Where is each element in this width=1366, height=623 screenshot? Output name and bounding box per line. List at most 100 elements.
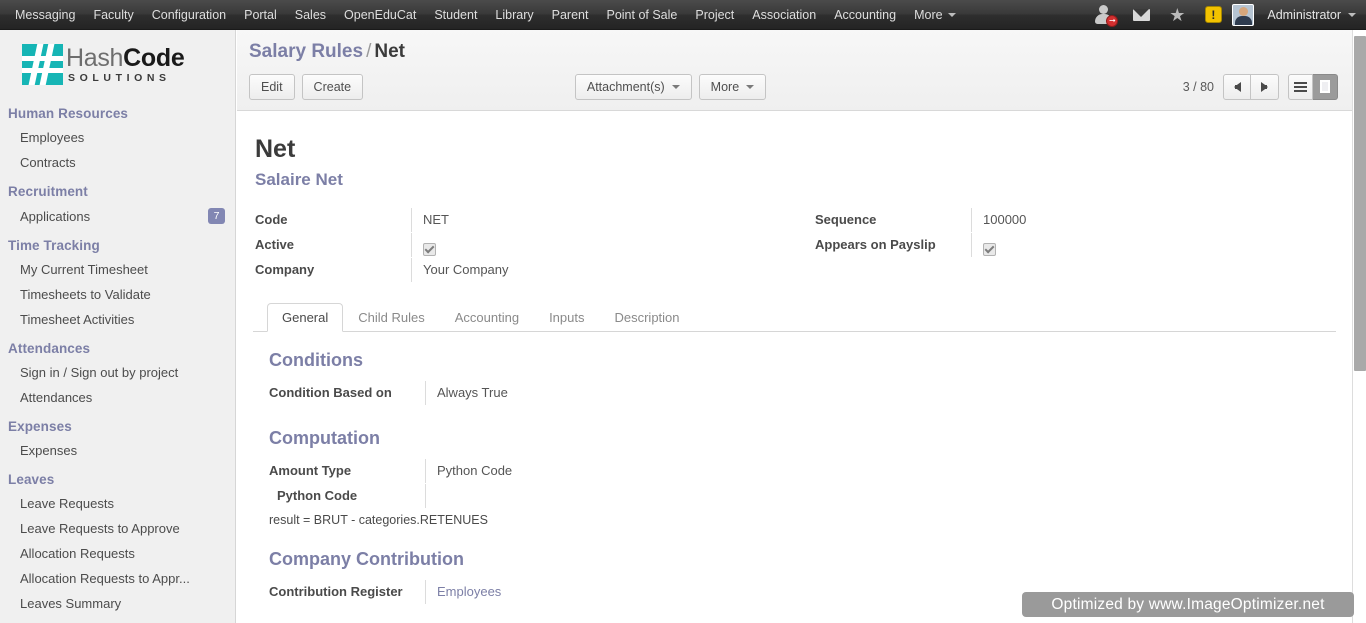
top-nav-item-configuration[interactable]: Configuration <box>143 0 235 30</box>
field-company: Company Your Company <box>253 258 813 283</box>
arrow-right-icon <box>1261 81 1268 92</box>
top-nav-item-messaging[interactable]: Messaging <box>6 0 84 30</box>
top-nav-more-menu[interactable]: More <box>905 0 964 30</box>
amount-type-value[interactable]: Python Code <box>425 459 1334 483</box>
sidebar-section-leaves: Leaves <box>8 472 55 487</box>
sidebar-item-leaves-summary[interactable]: Leaves Summary <box>0 591 235 616</box>
sidebar-item-label: Allocation Requests <box>20 546 135 561</box>
scrollbar-thumb[interactable] <box>1354 36 1366 371</box>
list-view-button[interactable] <box>1288 73 1313 100</box>
top-nav-item-point-of-sale[interactable]: Point of Sale <box>597 0 686 30</box>
sidebar-item-timesheet-activities[interactable]: Timesheet Activities <box>0 307 235 332</box>
record-title: Net <box>255 135 296 163</box>
sidebar-item-allocation-requests-to-appr[interactable]: Allocation Requests to Appr... <box>0 566 235 591</box>
form-view-button[interactable] <box>1313 73 1338 100</box>
field-condition-based-on: Condition Based on Always True <box>267 381 1334 406</box>
sidebar-item-my-current-timesheet[interactable]: My Current Timesheet <box>0 257 235 282</box>
chevron-down-icon <box>746 84 755 89</box>
top-nav-item-student[interactable]: Student <box>425 0 486 30</box>
active-label: Active <box>255 237 295 252</box>
favorites-button[interactable]: ★ <box>1160 0 1194 30</box>
user-plus-button[interactable]: ➞ <box>1088 0 1122 30</box>
left-sidebar: HashCode SOLUTIONS Human Resources Employ… <box>0 30 236 623</box>
record-subtitle: Salaire Net <box>255 170 343 189</box>
control-panel-buttons-row: Edit Create Attachment(s) More 3 / 80 <box>249 73 1338 100</box>
sidebar-item-attendances[interactable]: Attendances <box>0 385 235 410</box>
sequence-value[interactable]: 100000 <box>971 208 1293 232</box>
previous-record-button[interactable] <box>1223 73 1251 100</box>
active-checkbox[interactable] <box>423 243 436 256</box>
top-nav-item-association[interactable]: Association <box>743 0 825 30</box>
control-panel-dropdowns: Attachment(s) More <box>574 73 773 100</box>
tab-description[interactable]: Description <box>599 303 694 332</box>
company-contribution-group-title: Company Contribution <box>269 549 464 569</box>
hash-logo-icon <box>22 44 63 85</box>
top-nav-item-accounting[interactable]: Accounting <box>825 0 905 30</box>
next-record-button[interactable] <box>1251 73 1279 100</box>
top-nav-item-project[interactable]: Project <box>686 0 743 30</box>
appears-on-payslip-value[interactable] <box>971 233 1293 257</box>
more-dropdown[interactable]: More <box>698 73 767 100</box>
logo-subtitle: SOLUTIONS <box>68 71 171 84</box>
app-logo[interactable]: HashCode SOLUTIONS <box>0 30 235 97</box>
appears-on-payslip-checkbox[interactable] <box>983 243 996 256</box>
condition-based-on-value[interactable]: Always True <box>425 381 1334 405</box>
sidebar-item-label: Timesheets to Validate <box>20 287 151 302</box>
conditions-group-title: Conditions <box>269 350 363 370</box>
form-sheet: Net Salaire Net Code NET Active Company Your… <box>237 119 1352 623</box>
sidebar-item-label: Employees <box>20 130 85 145</box>
page-scrollbar[interactable] <box>1352 8 1366 623</box>
sidebar-item-employees[interactable]: Employees <box>0 125 235 150</box>
sidebar-item-sign-in-sign-out-by-project[interactable]: Sign in / Sign out by project <box>0 360 235 385</box>
sidebar-section-attendances: Attendances <box>8 341 91 356</box>
field-python-code: Python Code <box>267 484 1334 509</box>
top-nav-item-library[interactable]: Library <box>486 0 542 30</box>
top-nav-item-openeducat[interactable]: OpenEduCat <box>335 0 425 30</box>
python-code-spacer <box>425 484 1334 508</box>
top-nav-item-faculty[interactable]: Faculty <box>84 0 142 30</box>
sidebar-item-expenses[interactable]: Expenses <box>0 438 235 463</box>
record-fields-grid: Code NET Active Company Your Company Sequenc… <box>253 208 1336 283</box>
edit-button[interactable]: Edit <box>249 73 295 100</box>
top-nav-item-parent[interactable]: Parent <box>543 0 598 30</box>
create-button[interactable]: Create <box>301 73 364 100</box>
breadcrumb-current: Net <box>374 41 405 62</box>
sidebar-menu: Human Resources Employees Contracts Recruit… <box>0 97 235 616</box>
top-nav-item-portal[interactable]: Portal <box>235 0 286 30</box>
alerts-button[interactable]: ! <box>1196 0 1230 30</box>
amount-type-label: Amount Type <box>269 463 352 478</box>
breadcrumb-parent-link[interactable]: Salary Rules <box>249 41 363 62</box>
main-content-area: Salary Rules / Net Edit Create Attachment(… <box>237 30 1352 623</box>
sidebar-item-label: Expenses <box>20 443 78 458</box>
attachments-dropdown[interactable]: Attachment(s) <box>574 73 692 100</box>
user-menu[interactable]: Administrator <box>1232 3 1358 26</box>
tab-accounting[interactable]: Accounting <box>440 303 534 332</box>
tab-inputs[interactable]: Inputs <box>534 303 599 332</box>
chevron-down-icon <box>671 84 680 89</box>
breadcrumb-separator: / <box>366 41 372 62</box>
field-active: Active <box>253 233 813 258</box>
python-code-value[interactable]: result = BRUT - categories.RETENUES <box>267 509 1334 527</box>
company-value[interactable]: Your Company <box>411 258 813 282</box>
record-pager <box>1223 73 1279 100</box>
sidebar-item-applications[interactable]: Applications 7 <box>0 203 235 229</box>
sidebar-item-allocation-requests[interactable]: Allocation Requests <box>0 541 235 566</box>
notebook-tabs: General Child Rules Accounting Inputs Descri… <box>253 303 1336 332</box>
active-value[interactable] <box>411 233 813 257</box>
sidebar-item-label: Allocation Requests to Appr... <box>20 571 190 586</box>
logo-hash-text: Hash <box>66 43 124 72</box>
attachments-dropdown-label: Attachment(s) <box>586 79 665 94</box>
top-nav-item-sales[interactable]: Sales <box>286 0 335 30</box>
sidebar-item-leave-requests-to-approve[interactable]: Leave Requests to Approve <box>0 516 235 541</box>
sidebar-section-human-resources: Human Resources <box>8 106 129 121</box>
code-value[interactable]: NET <box>411 208 813 232</box>
sidebar-item-timesheets-to-validate[interactable]: Timesheets to Validate <box>0 282 235 307</box>
computation-group-title: Computation <box>269 428 380 448</box>
user-plus-icon: ➞ <box>1094 4 1119 27</box>
logo-code-text: Code <box>123 43 185 72</box>
tab-child-rules[interactable]: Child Rules <box>343 303 439 332</box>
sidebar-item-leave-requests[interactable]: Leave Requests <box>0 491 235 516</box>
tab-general[interactable]: General <box>267 303 344 332</box>
sidebar-item-contracts[interactable]: Contracts <box>0 150 235 175</box>
messages-button[interactable] <box>1124 0 1158 30</box>
